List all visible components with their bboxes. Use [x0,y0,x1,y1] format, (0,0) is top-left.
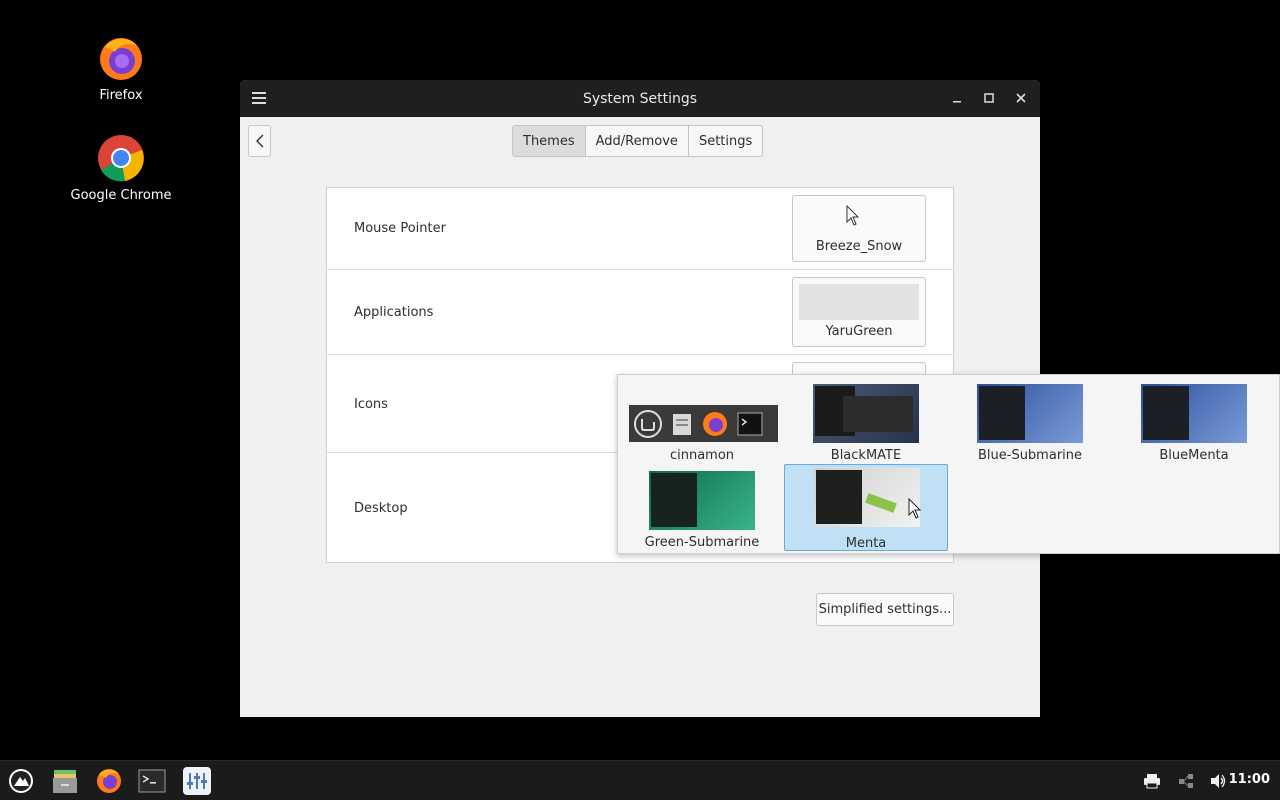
view-switcher: Themes Add/Remove Settings [512,125,764,157]
row-applications: Applications YaruGreen [327,270,953,355]
clock[interactable]: 11:00 [1229,772,1270,787]
theme-thumbnail [814,468,920,527]
row-label: Mouse Pointer [354,221,446,236]
terminal-icon [737,412,763,435]
minimize-icon[interactable] [947,88,967,108]
tab-add-remove[interactable]: Add/Remove [586,126,689,156]
chrome-icon [97,134,145,182]
theme-option-name: cinnamon [669,448,735,463]
mint-logo-icon [634,409,662,438]
terminal-icon[interactable] [137,766,167,796]
taskbar: 11:00 [0,760,1280,800]
back-button[interactable] [248,125,271,157]
firefox-icon[interactable] [94,766,124,796]
theme-option-blackmate[interactable]: BlackMATE [784,379,948,466]
row-label: Icons [354,397,388,412]
row-label: Desktop [354,501,408,516]
files-icon[interactable] [50,766,80,796]
theme-preview [799,284,919,320]
theme-option-blue-submarine[interactable]: Blue-Submarine [948,379,1112,466]
theme-option-name: BlueMenta [1159,448,1229,463]
window-title: System Settings [582,90,698,107]
cursor-preview-icon [846,205,860,226]
theme-option-name: Green-Submarine [644,535,760,550]
desktop-icon-label: Firefox [99,88,143,103]
mouse-pointer-theme-button[interactable]: Breeze_Snow [792,195,926,262]
files-icon [673,413,691,435]
theme-option-name: BlackMATE [830,448,902,463]
simplified-settings-button[interactable]: Simplified settings... [816,593,954,626]
theme-name: YaruGreen [825,324,893,339]
firefox-icon [703,411,727,436]
firefox-icon [97,34,145,82]
theme-name: Breeze_Snow [815,239,903,254]
row-mouse-pointer: Mouse Pointer Breeze_Snow [327,188,953,270]
theme-option-name: Blue-Submarine [977,448,1083,463]
theme-option-menta[interactable]: Menta [784,464,948,551]
menu-icon[interactable] [6,766,36,796]
theme-option-name: Menta [845,536,887,551]
applications-theme-button[interactable]: YaruGreen [792,277,926,347]
settings-app-icon[interactable] [182,766,212,796]
row-label: Applications [354,305,434,320]
desktop-icon-chrome[interactable]: Google Chrome [66,134,176,203]
theme-option-bluementa[interactable]: BlueMenta [1112,379,1276,466]
theme-thumbnail [813,384,919,443]
titlebar: System Settings [240,80,1040,117]
network-icon[interactable] [1171,766,1201,796]
theme-option-cinnamon[interactable]: cinnamon [620,379,784,466]
mouse-cursor-icon [908,498,921,519]
desktop-icon-label: Google Chrome [70,188,172,203]
theme-thumbnail [1141,384,1247,443]
theme-option-green-submarine[interactable]: Green-Submarine [620,466,784,553]
printer-icon[interactable] [1137,766,1167,796]
tab-themes[interactable]: Themes [513,126,586,156]
hamburger-menu-icon[interactable] [250,89,268,107]
close-icon[interactable] [1011,88,1031,108]
theme-thumbnail [977,384,1083,443]
maximize-icon[interactable] [979,88,999,108]
cinnamon-panel-preview [629,405,778,442]
desktop-theme-popup: cinnamon BlackMATE Blue-Submarine BlueMe… [617,374,1280,554]
desktop-icon-firefox[interactable]: Firefox [66,34,176,103]
chevron-left-icon [255,134,263,148]
theme-thumbnail [649,471,755,530]
tab-settings[interactable]: Settings [689,126,762,156]
